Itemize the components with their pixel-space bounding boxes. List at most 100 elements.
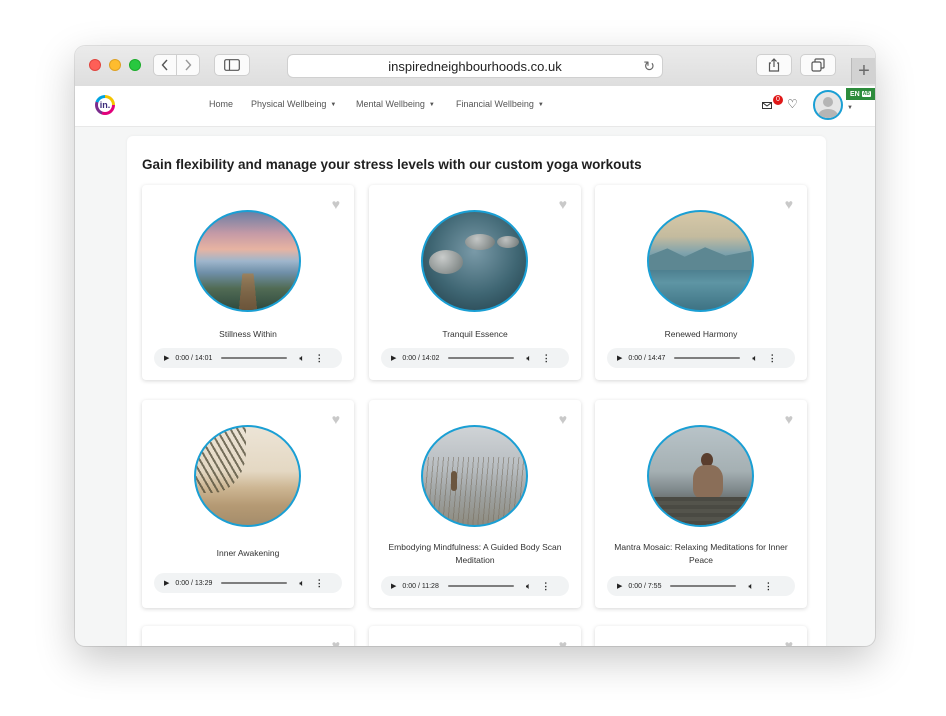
browser-titlebar: inspiredneighbourhoods.co.uk ↻ + (75, 46, 875, 87)
new-tab-button[interactable]: + (851, 58, 875, 84)
main-content: Gain flexibility and manage your stress … (127, 136, 826, 646)
audio-card: ♥ (369, 626, 581, 646)
favorite-heart-icon[interactable]: ♥ (785, 197, 793, 211)
url-text: inspiredneighbourhoods.co.uk (388, 58, 562, 74)
more-options-icon[interactable]: ⋮ (542, 353, 551, 364)
play-icon[interactable]: ▶ (391, 354, 396, 362)
audio-player[interactable]: ▶ 0:00 / 11:28 🔈︎ ⋮ (381, 576, 569, 596)
audio-progress-slider[interactable] (674, 357, 741, 359)
play-icon[interactable]: ▶ (164, 354, 169, 362)
audio-player[interactable]: ▶ 0:00 / 14:47 🔈︎ ⋮ (607, 348, 795, 368)
audio-time: 0:00 / 7:55 (628, 582, 662, 590)
nav-financial-wellbeing[interactable]: Financial Wellbeing ▼ (456, 99, 544, 109)
card-title: Renewed Harmony (664, 329, 738, 339)
forward-button[interactable] (176, 54, 200, 76)
tabs-icon (811, 58, 825, 72)
audio-progress-slider[interactable] (448, 357, 515, 359)
favorite-heart-icon[interactable]: ♥ (559, 197, 567, 211)
nav-mental-wellbeing[interactable]: Mental Wellbeing ▼ (356, 99, 435, 109)
audio-time: 0:00 / 11:28 (402, 582, 439, 590)
share-button[interactable] (756, 54, 792, 76)
volume-icon[interactable]: 🔈︎ (299, 353, 304, 364)
zoom-window-button[interactable] (129, 59, 141, 71)
sidebar-icon (224, 59, 240, 71)
audio-player[interactable]: ▶ 0:00 / 14:02 🔈︎ ⋮ (381, 348, 569, 368)
audio-player[interactable]: ▶ 0:00 / 14:01 🔈︎ ⋮ (154, 348, 342, 368)
card-image-woman-meditating (647, 425, 754, 527)
volume-icon[interactable]: 🔈︎ (752, 353, 757, 364)
play-icon[interactable]: ▶ (617, 582, 622, 590)
audio-player[interactable]: ▶ 0:00 / 7:55 🔈︎ ⋮ (607, 576, 795, 596)
audio-card: ♥ (142, 626, 354, 646)
more-options-icon[interactable]: ⋮ (768, 353, 777, 364)
caret-down-icon[interactable]: ▼ (847, 105, 853, 111)
heart-icon[interactable]: ♡ (787, 97, 798, 111)
play-icon[interactable]: ▶ (617, 354, 622, 362)
audio-card: ♥ Embodying Mindfulness: A Guided Body S… (369, 400, 581, 608)
minimize-window-button[interactable] (109, 59, 121, 71)
audio-card: ♥ (595, 626, 807, 646)
audio-card: ♥ Stillness Within ▶ 0:00 / 14:01 🔈︎ ⋮ (142, 185, 354, 380)
reload-icon[interactable]: ↻ (643, 58, 655, 75)
card-title: Tranquil Essence (442, 329, 508, 339)
language-switcher[interactable]: EN AB (846, 88, 875, 100)
audio-progress-slider[interactable] (670, 585, 737, 587)
more-options-icon[interactable]: ⋮ (764, 581, 773, 592)
back-button[interactable] (153, 54, 177, 76)
card-image-lake-pier (194, 210, 301, 312)
favorite-heart-icon[interactable]: ♥ (785, 638, 793, 646)
favorite-heart-icon[interactable]: ♥ (332, 638, 340, 646)
close-window-button[interactable] (89, 59, 101, 71)
site-logo[interactable]: in. (95, 95, 115, 115)
sidebar-toggle-button[interactable] (214, 54, 250, 76)
nav-mental-wellbeing-label: Mental Wellbeing (356, 99, 425, 109)
volume-icon[interactable]: 🔈︎ (526, 581, 531, 592)
card-title: Embodying Mindfulness: A Guided Body Sca… (388, 542, 562, 565)
card-image-misty-lake (647, 210, 754, 312)
play-icon[interactable]: ▶ (391, 582, 396, 590)
favorite-heart-icon[interactable]: ♥ (332, 197, 340, 211)
logo-text: in. (98, 98, 112, 112)
more-options-icon[interactable]: ⋮ (541, 581, 550, 592)
more-options-icon[interactable]: ⋮ (315, 353, 324, 364)
card-image-palm-beach (194, 425, 301, 527)
favorite-heart-icon[interactable]: ♥ (559, 638, 567, 646)
site-navbar: in. Home Physical Wellbeing ▼ Mental Well… (75, 86, 875, 127)
caret-down-icon: ▼ (330, 102, 337, 108)
volume-icon[interactable]: 🔈︎ (299, 578, 304, 589)
plus-icon: + (858, 60, 870, 82)
avatar[interactable] (813, 90, 843, 120)
audio-time: 0:00 / 13:29 (175, 579, 213, 587)
audio-time: 0:00 / 14:01 (175, 354, 213, 362)
audio-card: ♥ Mantra Mosaic: Relaxing Meditations fo… (595, 400, 807, 608)
card-title: Mantra Mosaic: Relaxing Meditations for … (614, 542, 788, 565)
favorite-heart-icon[interactable]: ♥ (785, 412, 793, 426)
favorite-heart-icon[interactable]: ♥ (332, 412, 340, 426)
nav-physical-wellbeing-label: Physical Wellbeing (251, 99, 327, 109)
audio-time: 0:00 / 14:47 (628, 354, 666, 362)
nav-financial-wellbeing-label: Financial Wellbeing (456, 99, 534, 109)
audio-card: ♥ Renewed Harmony ▶ 0:00 / 14:47 🔈︎ ⋮ (595, 185, 807, 380)
audio-card: ♥ Inner Awakening ▶ 0:00 / 13:29 🔈︎ ⋮ (142, 400, 354, 608)
card-image-frosty-grass (421, 425, 528, 527)
favorite-heart-icon[interactable]: ♥ (559, 412, 567, 426)
nav-home[interactable]: Home (209, 99, 233, 109)
more-options-icon[interactable]: ⋮ (315, 578, 324, 589)
card-title: Stillness Within (219, 329, 277, 339)
play-icon[interactable]: ▶ (164, 579, 169, 587)
audio-progress-slider[interactable] (221, 582, 288, 584)
audio-player[interactable]: ▶ 0:00 / 13:29 🔈︎ ⋮ (154, 573, 342, 593)
audio-progress-slider[interactable] (221, 357, 288, 359)
audio-card: ♥ Tranquil Essence ▶ 0:00 / 14:02 🔈︎ ⋮ (369, 185, 581, 380)
language-label: EN (850, 90, 860, 98)
address-bar[interactable]: inspiredneighbourhoods.co.uk ↻ (287, 54, 663, 78)
audio-progress-slider[interactable] (447, 585, 514, 587)
share-icon (768, 58, 780, 72)
tabs-overview-button[interactable] (800, 54, 836, 76)
mail-icon[interactable] (762, 102, 772, 109)
nav-physical-wellbeing[interactable]: Physical Wellbeing ▼ (251, 99, 336, 109)
volume-icon[interactable]: 🔈︎ (748, 581, 753, 592)
card-title: Inner Awakening (216, 548, 280, 558)
volume-icon[interactable]: 🔈︎ (526, 353, 531, 364)
chevron-right-icon (185, 59, 192, 71)
